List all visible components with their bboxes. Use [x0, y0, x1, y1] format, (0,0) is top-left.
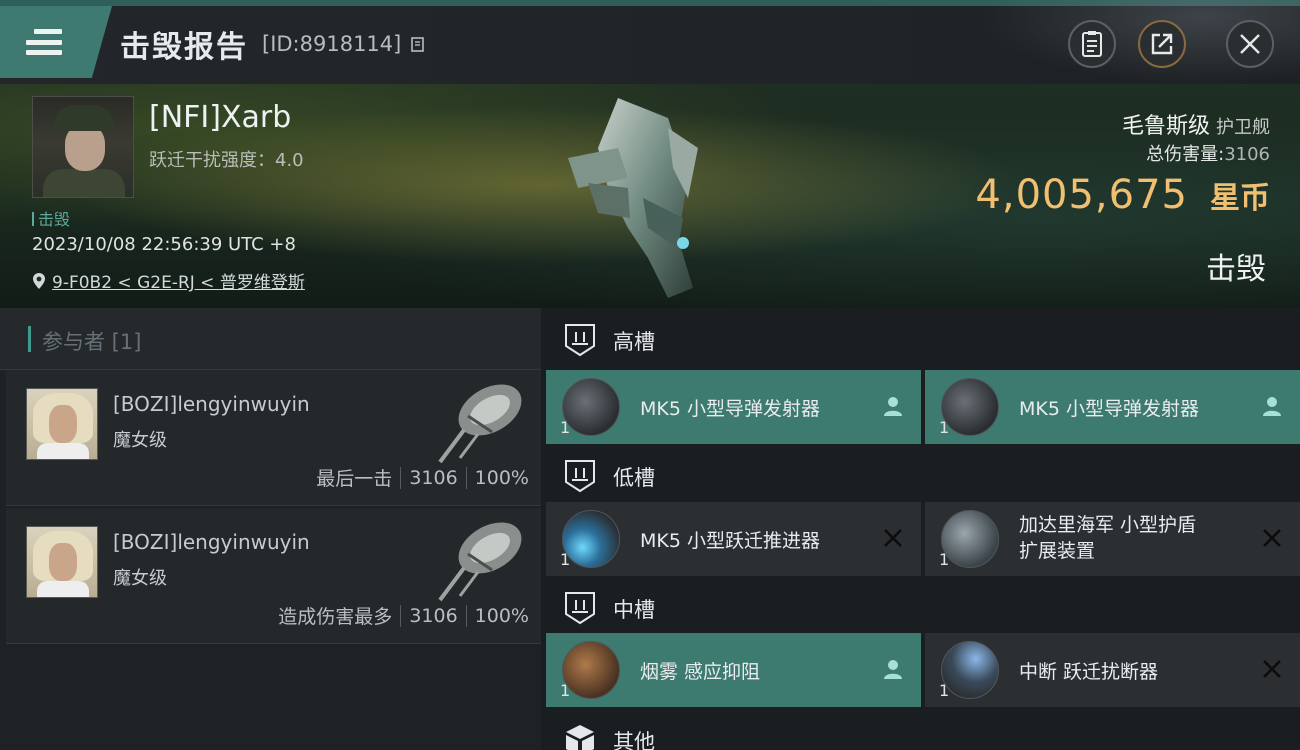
fitting-panel: 高槽 1 MK5 小型导弹发射器 1 MK5 小型导弹发射器 低槽 1 MK5 … — [541, 308, 1300, 750]
participant-avatar[interactable] — [26, 526, 98, 598]
mid-slot-label: 中槽 — [613, 598, 655, 622]
menu-icon — [26, 29, 62, 55]
fitted-user-icon — [1263, 397, 1281, 416]
participants-header: 参与者 [1] — [0, 308, 541, 370]
participant-role: 造成伤害最多 — [278, 606, 393, 628]
destroyed-x-icon — [884, 529, 902, 547]
kill-location[interactable]: 9-F0B2 < G2E-RJ < 普罗维登斯 — [32, 268, 305, 293]
location-pin-icon — [33, 272, 45, 289]
report-id-text: [ID:8918114] — [262, 32, 402, 56]
module-qty: 1 — [560, 418, 571, 437]
high-slot-header: 高槽 — [541, 308, 1300, 370]
module-name: MK5 小型导弹发射器 — [1019, 398, 1199, 420]
participant-percent: 100% — [474, 466, 529, 489]
status-badge: 击毁 — [32, 206, 70, 230]
module-name-line2: 扩展装置 — [1019, 540, 1096, 562]
close-button[interactable] — [1226, 20, 1274, 68]
afterburner-icon — [562, 510, 620, 568]
missile-launcher-icon — [941, 378, 999, 436]
participant-stats: 最后一击 3106 100% — [316, 464, 529, 491]
isk-value: 4,005,675 星币 — [975, 172, 1270, 218]
participant-role: 最后一击 — [316, 468, 393, 490]
total-damage-value: 3106 — [1224, 144, 1270, 165]
menu-button[interactable] — [0, 6, 112, 78]
participant-row[interactable]: [BOZI]lengyinwuyin 魔女级 造成伤害最多 3106 100% — [6, 508, 541, 644]
module-name: 烟雾 感应抑阻 — [640, 661, 761, 683]
high-slot-icon — [565, 324, 595, 357]
page-title: 击毁报告 — [120, 30, 248, 65]
other-slot-header: 其他 — [541, 708, 1300, 750]
location-link[interactable]: 9-F0B2 < G2E-RJ < 普罗维登斯 — [52, 268, 305, 293]
high-slot-label: 高槽 — [613, 330, 655, 354]
mid-slot-header: 中槽 — [541, 576, 1300, 638]
module-item[interactable]: 1 MK5 小型跃迁推进器 — [546, 502, 921, 576]
participant-ship-icon[interactable] — [434, 510, 530, 602]
low-slot-label: 低槽 — [613, 466, 655, 490]
module-name: MK5 小型导弹发射器 — [640, 398, 820, 420]
total-damage: 总伤害量:3106 — [1146, 140, 1270, 166]
victim-banner: [NFI]Xarb 跃迁干扰强度：4.0 击毁 2023/10/08 22:56… — [0, 84, 1300, 308]
module-item[interactable]: 1 烟雾 感应抑阻 — [546, 633, 921, 707]
module-qty: 1 — [939, 550, 950, 569]
destroyed-x-icon — [1263, 660, 1281, 678]
module-qty: 1 — [939, 681, 950, 700]
module-name: MK5 小型跃迁推进器 — [640, 530, 820, 552]
participant-name[interactable]: [BOZI]lengyinwuyin — [113, 392, 310, 416]
participants-panel: 参与者 [1] [BOZI]lengyinwuyin 魔女级 最后一击 3106… — [0, 308, 541, 750]
module-name-line1: 加达里海军 小型护盾 — [1019, 514, 1197, 536]
participants-title: 参与者 [1] — [42, 330, 142, 354]
victim-ship-image — [568, 98, 698, 298]
top-bar: 击毁报告 [ID:8918114] — [0, 0, 1300, 84]
shield-extender-icon — [941, 510, 999, 568]
clipboard-icon — [1082, 31, 1102, 57]
report-id[interactable]: [ID:8918114] — [262, 32, 426, 56]
module-item[interactable]: 1 中断 跃迁扰断器 — [925, 633, 1300, 707]
fitted-user-icon — [884, 660, 902, 679]
clipboard-button[interactable] — [1068, 20, 1116, 68]
close-icon — [1240, 34, 1260, 54]
module-item[interactable]: 1 MK5 小型导弹发射器 — [925, 370, 1300, 444]
low-slot-header: 低槽 — [541, 444, 1300, 506]
share-icon — [1151, 33, 1173, 55]
module-name: 加达里海军 小型护盾 扩展装置 — [1019, 512, 1196, 564]
victim-name[interactable]: [NFI]Xarb — [149, 100, 291, 135]
isk-amount: 4,005,675 — [975, 172, 1188, 218]
kill-datetime: 2023/10/08 22:56:39 UTC +8 — [32, 234, 296, 255]
participant-ship-icon[interactable] — [434, 372, 530, 464]
module-item[interactable]: 1 加达里海军 小型护盾 扩展装置 — [925, 502, 1300, 576]
other-slot-label: 其他 — [613, 730, 655, 750]
ship-name: 毛鲁斯级 — [1121, 114, 1210, 139]
mid-slot-icon — [565, 592, 595, 625]
participant-damage: 3106 — [409, 466, 458, 489]
participant-percent: 100% — [474, 604, 529, 627]
participant-damage: 3106 — [409, 604, 458, 627]
fitted-user-icon — [884, 397, 902, 416]
warp-disruptor-icon — [941, 641, 999, 699]
module-qty: 1 — [939, 418, 950, 437]
copy-icon[interactable] — [410, 35, 426, 53]
module-name: 中断 跃迁扰断器 — [1019, 661, 1159, 683]
participant-ship: 魔女级 — [113, 430, 167, 451]
isk-unit: 星币 — [1210, 181, 1270, 216]
destroyed-x-icon — [1263, 529, 1281, 547]
cargo-box-icon — [566, 725, 594, 750]
ship-type: 护卫舰 — [1216, 117, 1270, 138]
participant-stats: 造成伤害最多 3106 100% — [278, 602, 529, 629]
kill-result: 击毁 — [1206, 252, 1266, 287]
participant-avatar[interactable] — [26, 388, 98, 460]
module-item[interactable]: 1 MK5 小型导弹发射器 — [546, 370, 921, 444]
low-slot-icon — [565, 460, 595, 493]
victim-ship-class[interactable]: 毛鲁斯级 护卫舰 — [1122, 108, 1270, 140]
total-damage-label: 总伤害量: — [1146, 144, 1225, 165]
share-button[interactable] — [1138, 20, 1186, 68]
module-qty: 1 — [560, 681, 571, 700]
warp-strength: 跃迁干扰强度：4.0 — [149, 150, 304, 171]
sensor-dampener-icon — [562, 641, 620, 699]
participant-row[interactable]: [BOZI]lengyinwuyin 魔女级 最后一击 3106 100% — [6, 370, 541, 506]
missile-launcher-icon — [562, 378, 620, 436]
victim-portrait[interactable] — [32, 96, 134, 198]
participant-name[interactable]: [BOZI]lengyinwuyin — [113, 530, 310, 554]
participant-ship: 魔女级 — [113, 568, 167, 589]
module-qty: 1 — [560, 550, 571, 569]
